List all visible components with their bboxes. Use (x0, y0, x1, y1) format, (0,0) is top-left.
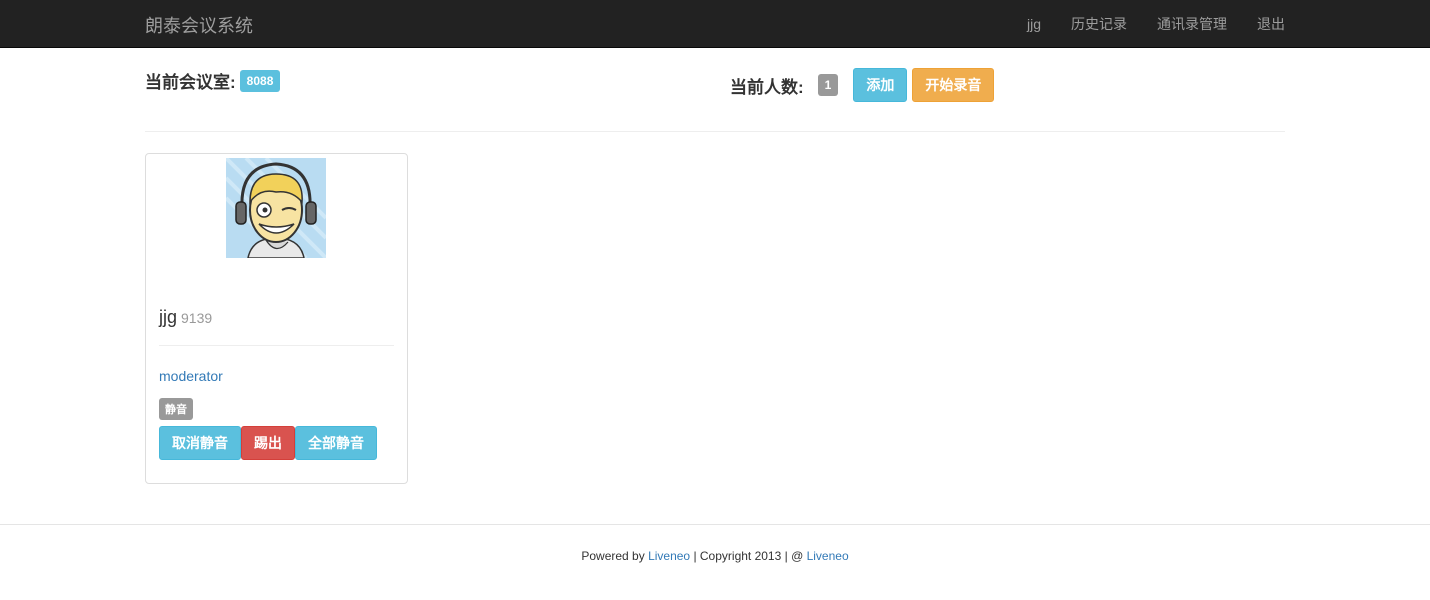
footer-copyright: | Copyright 2013 | @ (690, 549, 807, 563)
brand-title[interactable]: 朗泰会议系统 (145, 12, 253, 38)
footer-link-liveneo[interactable]: Liveneo (648, 549, 690, 563)
nav-item-user[interactable]: jjg (1027, 16, 1041, 32)
footer: Powered by Liveneo | Copyright 2013 | @ … (0, 524, 1430, 600)
divider (159, 345, 394, 346)
participant-extension: 9139 (181, 310, 213, 326)
conference-header: 当前会议室: 8088 当前人数: 1 添加 开始录音 (145, 48, 1285, 132)
participant-name: jjg (159, 307, 178, 327)
add-button[interactable]: 添加 (853, 68, 908, 102)
room-label: 当前会议室: (145, 73, 236, 92)
mute-all-button[interactable]: 全部静音 (295, 426, 377, 460)
start-recording-button[interactable]: 开始录音 (912, 68, 995, 102)
participant-name-row: jjg 9139 (159, 307, 212, 328)
kick-button[interactable]: 踢出 (241, 426, 295, 460)
participant-role[interactable]: moderator (159, 368, 223, 384)
nav-menu: jjg 历史记录 通讯录管理 退出 (997, 0, 1285, 48)
count-label: 当前人数: (730, 77, 804, 97)
count-badge: 1 (817, 74, 839, 96)
current-room: 当前会议室: 8088 (145, 68, 281, 93)
footer-text: Powered by Liveneo | Copyright 2013 | @ … (0, 549, 1430, 563)
room-number-badge: 8088 (239, 69, 281, 92)
participant-card: jjg 9139 moderator 静音 取消静音 踢出 全部静音 (145, 153, 408, 484)
nav-item-logout[interactable]: 退出 (1257, 14, 1285, 34)
participant-count: 当前人数: 1 添加 开始录音 (730, 68, 995, 102)
mute-status-badge: 静音 (159, 398, 193, 420)
footer-powered-by: Powered by (581, 549, 649, 563)
navbar: 朗泰会议系统 jjg 历史记录 通讯录管理 退出 (0, 0, 1430, 48)
unmute-button[interactable]: 取消静音 (159, 426, 241, 460)
nav-item-history[interactable]: 历史记录 (1071, 14, 1127, 34)
participant-actions: 取消静音 踢出 全部静音 (159, 426, 377, 460)
nav-item-contacts[interactable]: 通讯录管理 (1157, 14, 1227, 34)
footer-link-liveneo-2[interactable]: Liveneo (807, 549, 849, 563)
avatar (226, 158, 326, 258)
